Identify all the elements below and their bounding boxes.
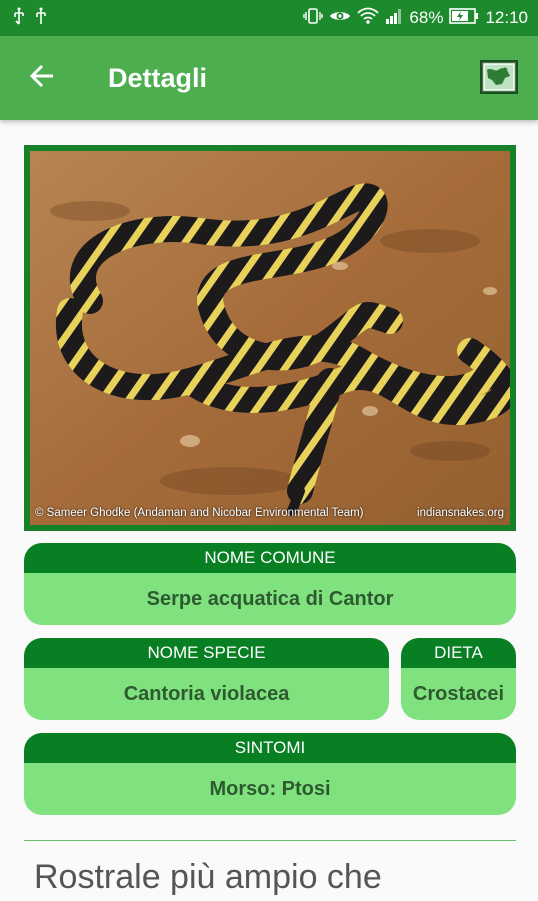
species-name-value: Cantoria violacea	[123, 682, 290, 705]
usb-icon	[34, 7, 48, 30]
photo-credit: © Sameer Ghodke (Andaman and Nicobar Env…	[35, 507, 364, 519]
clock: 12:10	[485, 8, 528, 27]
status-left-icons	[12, 7, 48, 30]
battery-percent: 68%	[409, 8, 444, 27]
symptoms-value: Morso: Ptosi	[209, 777, 331, 800]
species-name-card: NOME SPECIE Cantoria violacea	[24, 638, 389, 720]
common-name-card: NOME COMUNE Serpe acquatica di Cantor	[24, 543, 516, 625]
diet-card: DIETA Crostacei	[401, 638, 516, 720]
species-photo: © Sameer Ghodke (Andaman and Nicobar Env…	[24, 145, 516, 531]
snake-image	[30, 151, 510, 525]
diet-value: Crostacei	[412, 682, 505, 705]
vibrate-icon	[303, 7, 324, 30]
app-bar: Dettagli	[0, 36, 538, 120]
wifi-icon	[357, 7, 380, 30]
back-button[interactable]	[0, 36, 84, 120]
photo-source[interactable]: indiansnakes.org	[417, 507, 504, 519]
symptoms-card: SINTOMI Morso: Ptosi	[24, 733, 516, 815]
species-name-header: NOME SPECIE	[24, 638, 389, 668]
eye-icon	[329, 7, 351, 30]
common-name-header: NOME COMUNE	[24, 543, 516, 573]
description-text: Rostrale più ampio che	[34, 858, 382, 896]
status-right-icons: 68% 12:10	[303, 7, 528, 30]
symptoms-header: SINTOMI	[24, 733, 516, 763]
diet-header: DIETA	[401, 638, 516, 668]
page-title: Dettagli	[108, 62, 208, 93]
divider	[24, 840, 516, 841]
map-icon	[480, 60, 518, 98]
common-name-value: Serpe acquatica di Cantor	[146, 587, 394, 610]
usb-icon	[12, 7, 26, 30]
signal-icon	[385, 7, 403, 30]
map-button[interactable]	[480, 60, 518, 94]
arrow-back-icon	[29, 63, 55, 94]
status-bar: 68% 12:10	[0, 0, 538, 36]
battery-icon	[449, 7, 479, 29]
